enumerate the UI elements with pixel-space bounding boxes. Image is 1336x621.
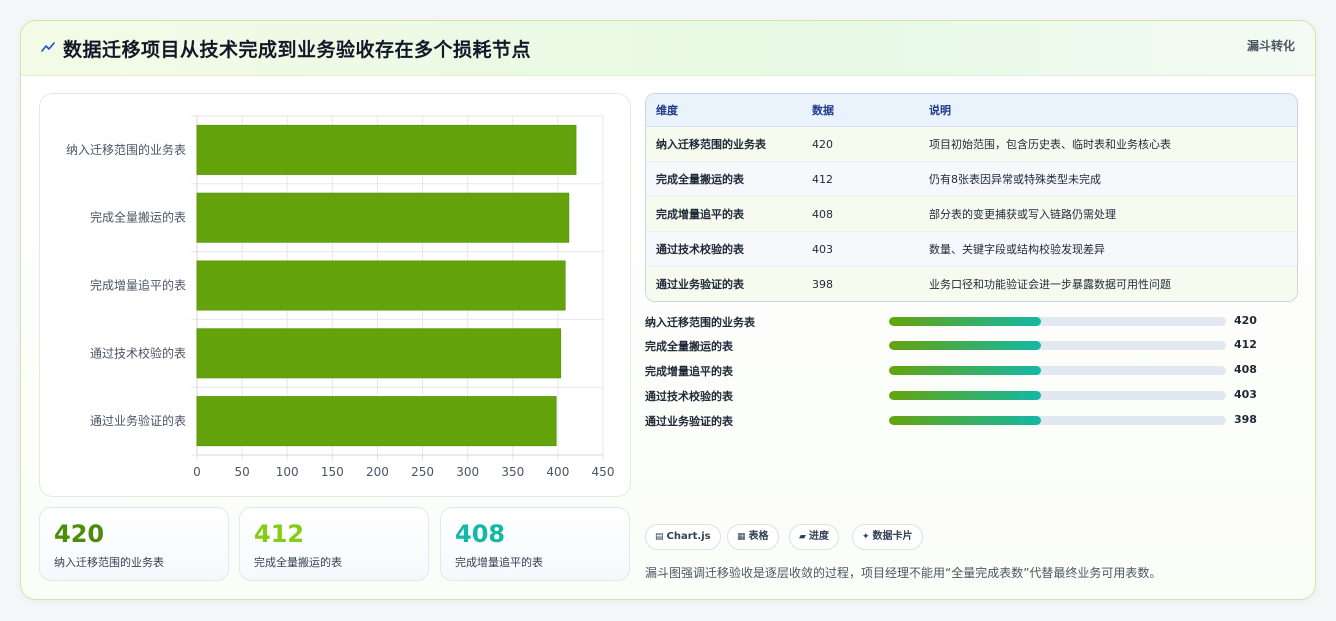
table-row: 完成增量追平的表 408 部分表的变更捕获或写入链路仍需处理	[646, 196, 1297, 232]
chip-data-card[interactable]: ✦ 数据卡片	[852, 524, 923, 550]
stat-value: 420	[54, 520, 105, 548]
cell-dimension: 纳入迁移范围的业务表	[646, 126, 802, 162]
table-icon: ▦	[737, 532, 746, 542]
stat-card-incremental: 408 完成增量追平的表	[440, 507, 630, 581]
x-tick-label: 0	[193, 465, 201, 479]
bar	[196, 396, 557, 447]
progress-track	[889, 366, 1226, 375]
x-tick-label: 250	[411, 465, 434, 479]
column-header: 数据	[802, 94, 919, 127]
progress-label: 通过业务验证的表	[645, 415, 733, 428]
y-tick-label: 通过技术校验的表	[90, 345, 186, 360]
progress-label: 通过技术校验的表	[645, 390, 733, 403]
zigzag-line-icon	[41, 42, 55, 52]
chip-progress[interactable]: ▰ 进度	[789, 524, 839, 550]
cell-description: 数量、关键字段或结构校验发现差异	[919, 231, 1297, 267]
y-tick-label: 通过业务验证的表	[90, 413, 186, 428]
cell-dimension: 通过技术校验的表	[646, 231, 802, 267]
cell-dimension: 完成全量搬运的表	[646, 161, 802, 197]
progress-row: 通过业务验证的表 398	[645, 412, 1285, 430]
progress-fill	[889, 391, 1041, 400]
y-tick-label: 纳入迁移范围的业务表	[66, 142, 186, 157]
sparkle-icon: ✦	[862, 532, 870, 542]
progress-row: 通过技术校验的表 403	[645, 387, 1285, 405]
stat-value: 412	[254, 520, 305, 548]
footnote: 漏斗图强调迁移验收是逐层收敛的过程，项目经理不能用“全量完成表数”代替最终业务可…	[645, 566, 1162, 580]
dashboard-card: 数据迁移项目从技术完成到业务验收存在多个损耗节点 漏斗转化 纳入迁移范围的业务表…	[20, 20, 1316, 600]
cell-value: 412	[802, 161, 919, 197]
progress-row: 完成增量追平的表 408	[645, 362, 1285, 380]
stat-value: 408	[455, 520, 506, 548]
progress-row: 纳入迁移范围的业务表 420	[645, 313, 1285, 331]
cell-value: 403	[802, 231, 919, 267]
table-row: 完成全量搬运的表 412 仍有8张表因异常或特殊类型未完成	[646, 161, 1297, 197]
x-tick-label: 400	[546, 465, 569, 479]
progress-track	[889, 341, 1226, 350]
progress-fill	[889, 416, 1041, 425]
cell-value: 420	[802, 126, 919, 162]
stat-label: 完成增量追平的表	[455, 556, 543, 569]
progress-track	[889, 391, 1226, 400]
cell-dimension: 完成增量追平的表	[646, 196, 802, 232]
progress-label: 完成增量追平的表	[645, 365, 733, 378]
chip-chartjs[interactable]: ▤ Chart.js	[645, 524, 721, 550]
card-header: 数据迁移项目从技术完成到业务验收存在多个损耗节点 漏斗转化	[21, 21, 1315, 76]
stat-label: 纳入迁移范围的业务表	[54, 556, 164, 569]
progress-fill	[889, 341, 1041, 350]
x-tick-label: 350	[501, 465, 524, 479]
x-tick-label: 100	[276, 465, 299, 479]
cell-description: 部分表的变更捕获或写入链路仍需处理	[919, 196, 1297, 232]
progress-value: 412	[1234, 338, 1257, 351]
bar-chart: 纳入迁移范围的业务表完成全量搬运的表完成增量追平的表通过技术校验的表通过业务验证…	[66, 115, 615, 479]
chart-type-tag: 漏斗转化	[1246, 39, 1295, 53]
stat-card-scope: 420 纳入迁移范围的业务表	[39, 507, 229, 581]
y-tick-label: 完成增量追平的表	[90, 278, 186, 293]
table-row: 纳入迁移范围的业务表 420 项目初始范围，包含历史表、临时表和业务核心表	[646, 126, 1297, 162]
chip-label: 表格	[748, 531, 769, 542]
progress-label: 完成全量搬运的表	[645, 340, 733, 353]
page-title: 数据迁移项目从技术完成到业务验收存在多个损耗节点	[63, 39, 532, 61]
column-header: 说明	[919, 94, 1297, 127]
cell-value: 398	[802, 266, 919, 301]
table-row: 通过技术校验的表 403 数量、关键字段或结构校验发现差异	[646, 231, 1297, 267]
y-tick-label: 完成全量搬运的表	[90, 210, 186, 225]
bar	[196, 260, 566, 311]
x-tick-label: 300	[456, 465, 479, 479]
cell-description: 业务口径和功能验证会进一步暴露数据可用性问题	[919, 266, 1297, 301]
chip-table[interactable]: ▦ 表格	[727, 524, 779, 550]
data-table: 维度 数据 说明 纳入迁移范围的业务表 420 项目初始范围，包含历史表、临时表…	[645, 93, 1298, 302]
progress-value: 420	[1234, 314, 1257, 327]
bar-chart-panel: 纳入迁移范围的业务表完成全量搬运的表 完成增量追平的表 通过技术校验的表 通过业务验证…	[39, 93, 631, 497]
progress-track	[889, 317, 1226, 326]
x-tick-label: 50	[234, 465, 249, 479]
chip-label: 数据卡片	[872, 531, 913, 542]
progress-value: 408	[1234, 363, 1257, 376]
progress-label: 纳入迁移范围的业务表	[645, 316, 755, 329]
chip-label: 进度	[808, 531, 829, 542]
x-tick-label: 150	[321, 465, 344, 479]
cell-dimension: 通过业务验证的表	[646, 266, 802, 301]
bar	[196, 124, 577, 175]
chip-label: Chart.js	[666, 531, 711, 542]
table-row: 通过业务验证的表 398 业务口径和功能验证会进一步暴露数据可用性问题	[646, 266, 1297, 301]
bar	[196, 192, 570, 243]
chart-icon: ▤	[655, 532, 664, 542]
progress-fill	[889, 317, 1041, 326]
progress-track	[889, 416, 1226, 425]
stat-label: 完成全量搬运的表	[254, 556, 342, 569]
table-header-row: 维度 数据 说明	[646, 94, 1297, 127]
progress-value: 398	[1234, 413, 1257, 426]
x-tick-label: 200	[366, 465, 389, 479]
cell-value: 408	[802, 196, 919, 232]
stat-card-full-load: 412 完成全量搬运的表	[239, 507, 429, 581]
bar	[196, 328, 562, 379]
progress-value: 403	[1234, 388, 1257, 401]
progress-icon: ▰	[799, 532, 806, 542]
column-header: 维度	[646, 94, 802, 127]
x-tick-label: 450	[592, 465, 615, 479]
cell-description: 仍有8张表因异常或特殊类型未完成	[919, 161, 1297, 197]
progress-fill	[889, 366, 1041, 375]
cell-description: 项目初始范围，包含历史表、临时表和业务核心表	[919, 126, 1297, 162]
progress-row: 完成全量搬运的表 412	[645, 337, 1285, 355]
